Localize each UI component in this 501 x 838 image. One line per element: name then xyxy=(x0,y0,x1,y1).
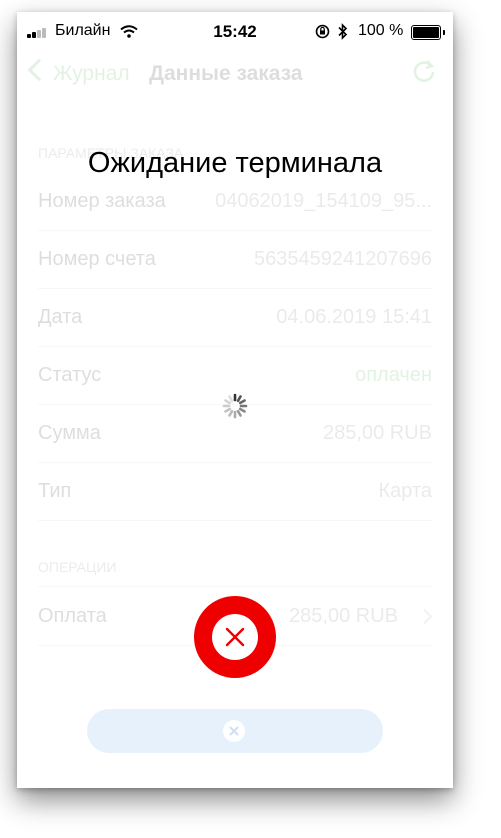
phone-screen: Билайн 15:42 100 % Журнал Данные заказа xyxy=(17,12,453,788)
account-number-label: Номер счета xyxy=(38,248,156,270)
date-label: Дата xyxy=(38,306,83,328)
bottom-button-circle xyxy=(223,720,245,742)
section-header-operations: ОПЕРАЦИИ xyxy=(38,559,117,575)
waiting-heading: Ожидание терминала xyxy=(87,147,383,179)
row-account-number: Номер счета 5635459241207696 xyxy=(38,230,432,289)
cancel-button-inner xyxy=(212,614,258,660)
chevron-left-icon xyxy=(27,58,51,82)
account-number-value: 5635459241207696 xyxy=(254,248,432,270)
loading-spinner-icon xyxy=(222,393,248,419)
chevron-right-icon xyxy=(416,608,433,625)
back-label: Журнал xyxy=(53,62,130,85)
operation-label: Оплата xyxy=(38,605,107,627)
type-value: Карта xyxy=(378,480,432,502)
order-number-value: 04062019_154109_95... xyxy=(215,190,432,212)
sum-label: Сумма xyxy=(38,422,101,444)
row-type: Тип Карта xyxy=(38,462,432,521)
sum-value: 285,00 RUB xyxy=(323,422,432,444)
cancel-button[interactable] xyxy=(194,596,276,678)
order-number-label: Номер заказа xyxy=(38,190,166,212)
row-order-number: Номер заказа 04062019_154109_95... xyxy=(38,172,432,231)
close-icon xyxy=(225,627,245,647)
status-value: оплачен xyxy=(355,364,432,386)
date-value: 04.06.2019 15:41 xyxy=(276,306,432,328)
refresh-icon[interactable] xyxy=(411,58,437,84)
bottom-action-button[interactable] xyxy=(87,709,383,753)
status-label: Статус xyxy=(38,364,102,386)
back-button[interactable]: Журнал xyxy=(27,58,130,86)
close-icon xyxy=(229,726,239,736)
operation-value: 285,00 RUB xyxy=(289,605,398,627)
row-date: Дата 04.06.2019 15:41 xyxy=(38,288,432,347)
page-title: Данные заказа xyxy=(149,62,303,85)
type-label: Тип xyxy=(38,480,72,502)
